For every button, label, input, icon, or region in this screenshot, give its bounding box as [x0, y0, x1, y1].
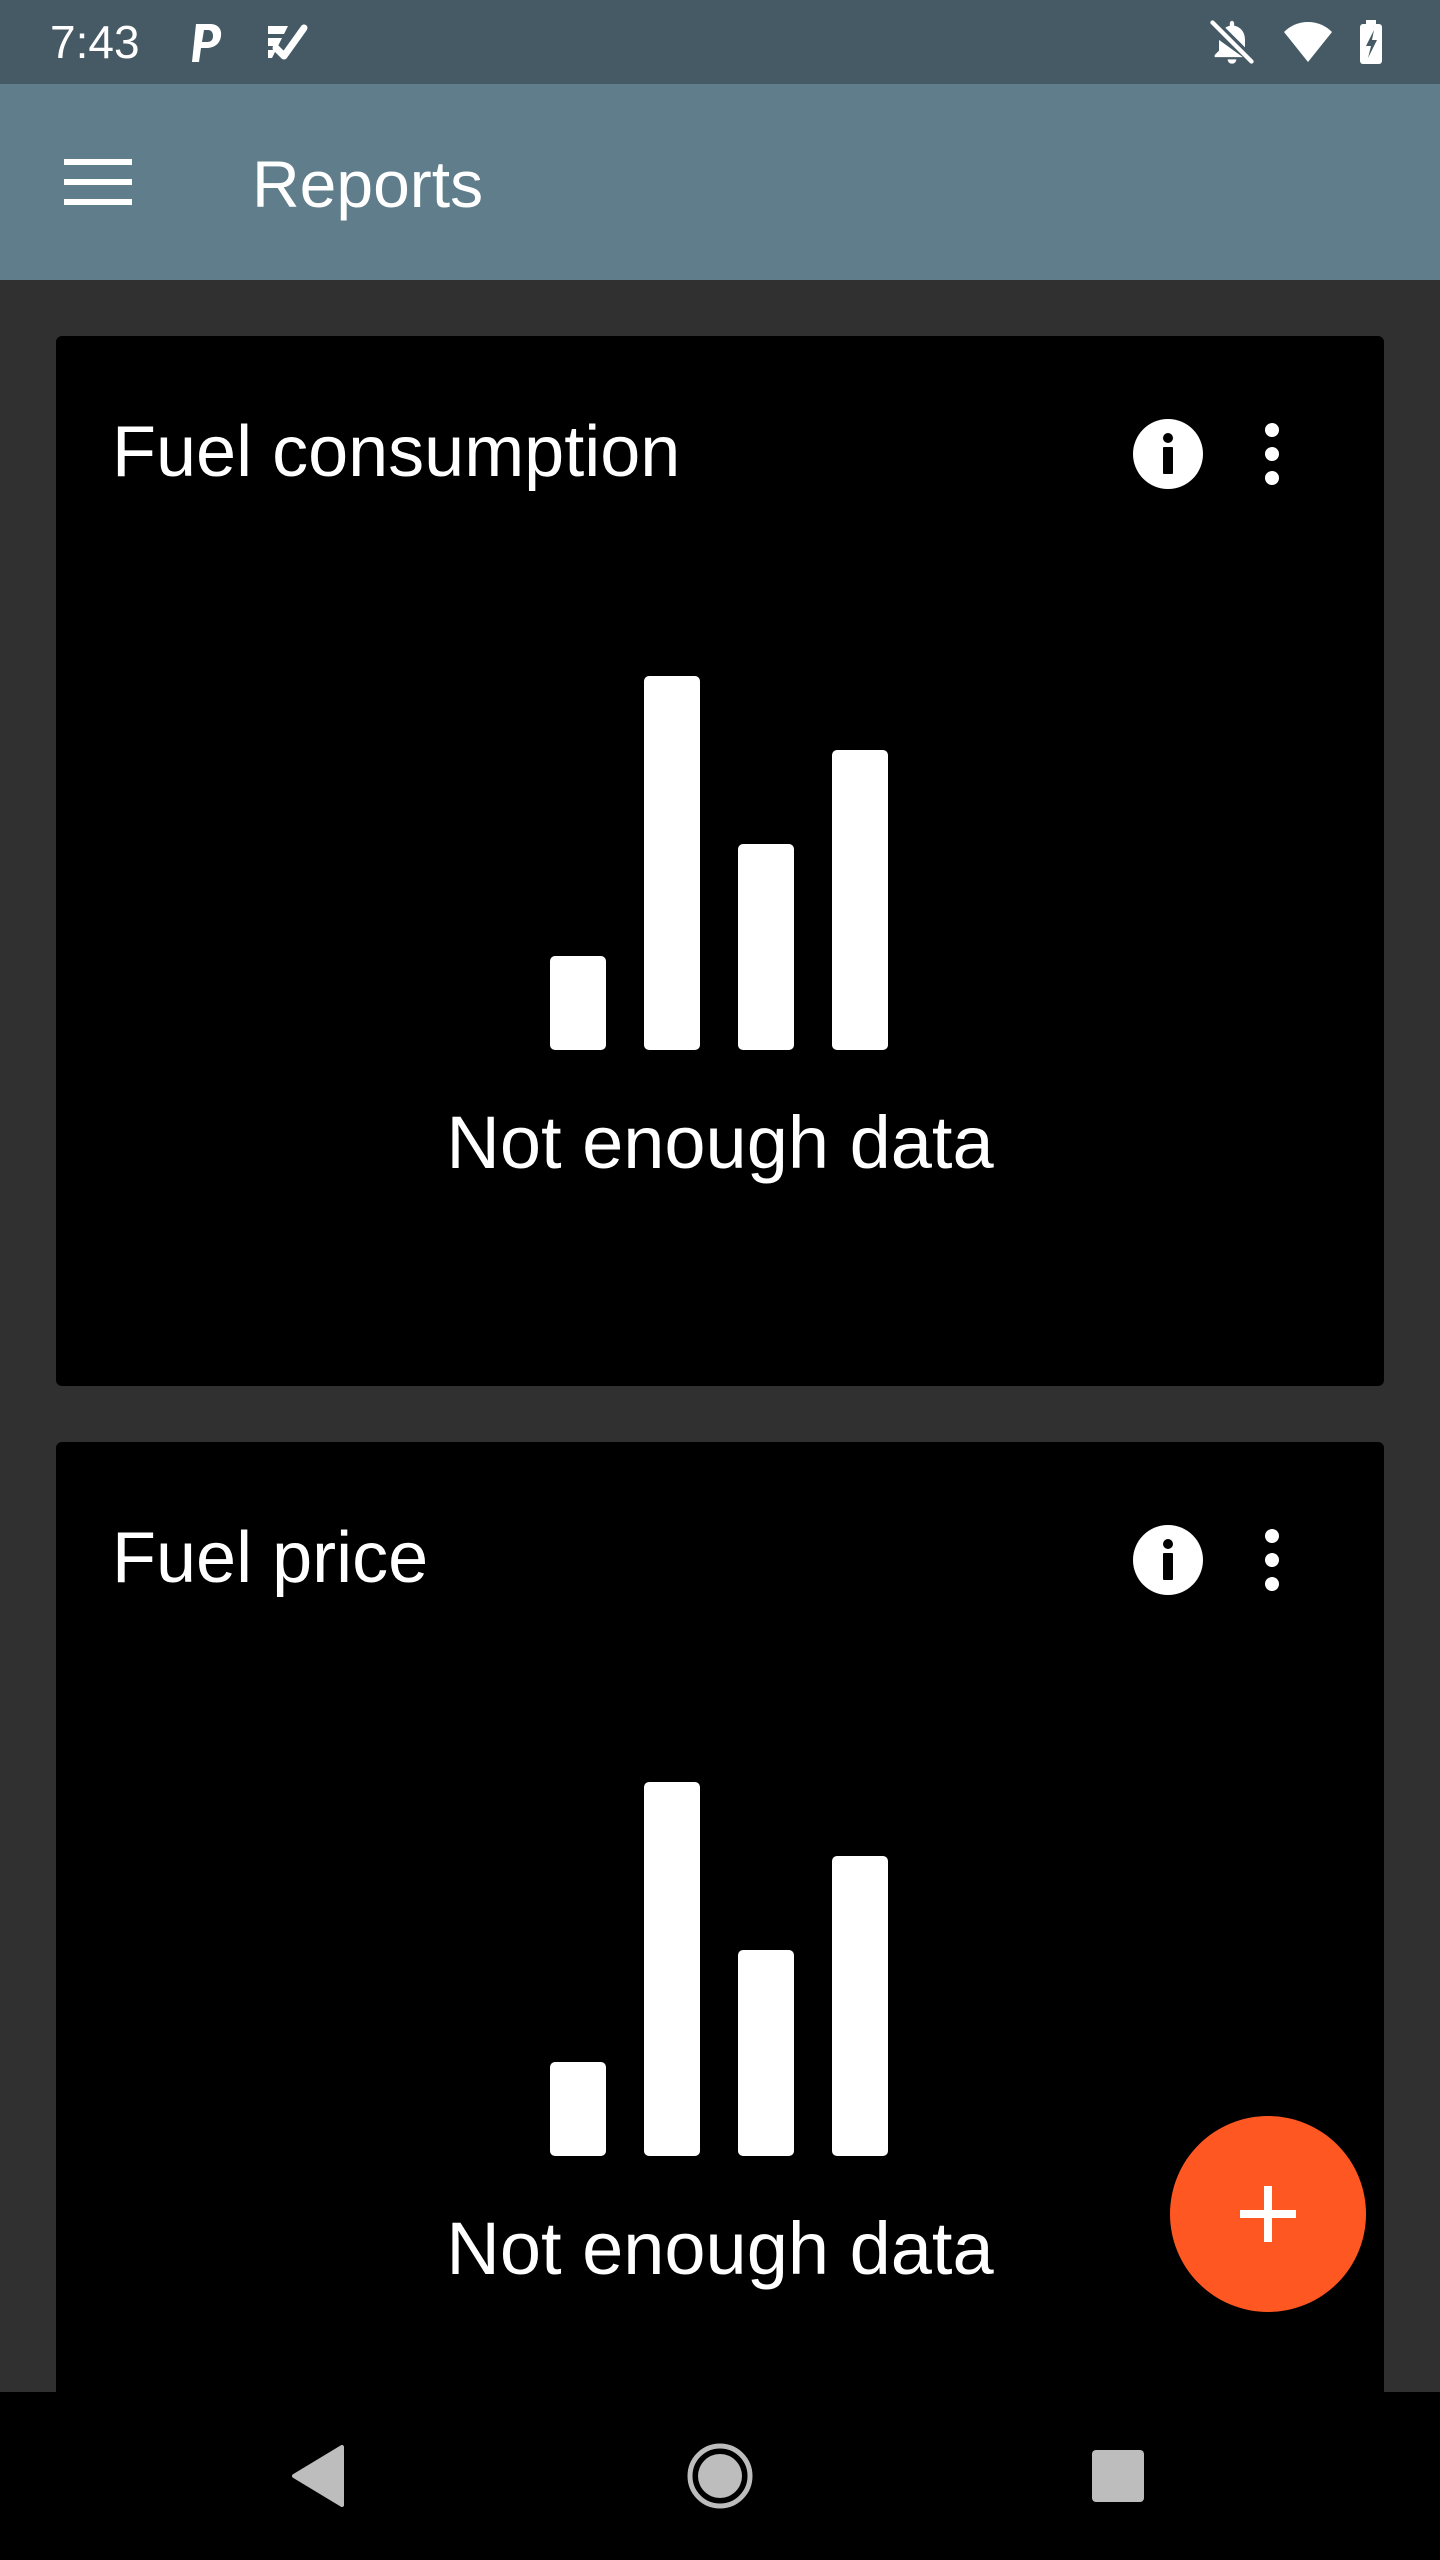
- status-time: 7:43: [50, 16, 140, 68]
- home-icon: [687, 2443, 753, 2509]
- app-bar: Reports: [0, 84, 1440, 280]
- card-title: Fuel consumption: [112, 412, 681, 492]
- more-options-button[interactable]: [1232, 406, 1312, 502]
- empty-state-text: Not enough data: [446, 1101, 994, 1184]
- info-icon: [1133, 419, 1203, 489]
- info-button[interactable]: [1120, 406, 1216, 502]
- app-title: Reports: [252, 147, 484, 221]
- menu-button[interactable]: [48, 142, 148, 222]
- info-button[interactable]: [1120, 1512, 1216, 1608]
- bar-chart-icon: [550, 1782, 888, 2156]
- wifi-icon: [1284, 22, 1332, 62]
- more-vert-icon: [1265, 423, 1279, 485]
- add-button[interactable]: [1170, 2116, 1366, 2312]
- navigation-bar: [0, 2392, 1440, 2560]
- check-list-icon: [268, 24, 308, 60]
- menu-icon: [64, 159, 132, 205]
- notifications-off-icon: [1210, 20, 1254, 64]
- home-button[interactable]: [660, 2416, 780, 2536]
- more-vert-icon: [1265, 1529, 1279, 1591]
- card-title: Fuel price: [112, 1518, 429, 1598]
- back-icon: [292, 2445, 344, 2507]
- recents-icon: [1092, 2450, 1144, 2502]
- status-bar: 7:43: [0, 0, 1440, 84]
- add-icon: [1240, 2186, 1296, 2242]
- recents-button[interactable]: [1058, 2416, 1178, 2536]
- back-button[interactable]: [258, 2416, 378, 2536]
- bar-chart-icon: [550, 676, 888, 1050]
- report-card-fuel-consumption: Fuel consumption Not enough data: [56, 336, 1384, 1386]
- p-icon: [192, 24, 222, 62]
- info-icon: [1133, 1525, 1203, 1595]
- more-options-button[interactable]: [1232, 1512, 1312, 1608]
- battery-icon: [1360, 20, 1382, 64]
